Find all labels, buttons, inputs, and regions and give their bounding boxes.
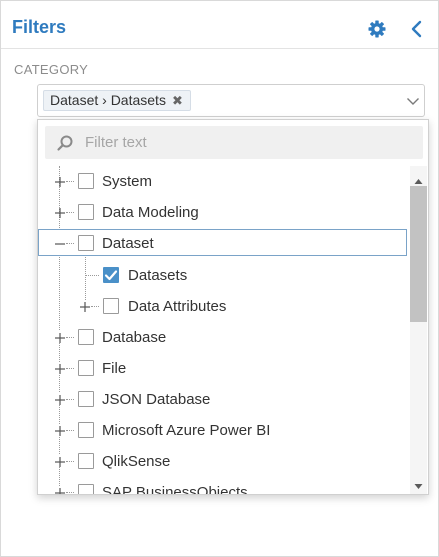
filters-panel: Filters CATEGORY Dataset › Datasets ✖ Fi… (0, 0, 439, 557)
tree-item-label: JSON Database (102, 391, 211, 408)
tree-item-system[interactable]: System (38, 166, 408, 196)
expand-plus-icon[interactable] (54, 393, 66, 405)
scroll-up-arrow-icon[interactable] (414, 173, 423, 184)
tree-connector (66, 212, 74, 213)
filter-placeholder: Filter text (85, 134, 147, 151)
tree-item-label: Database (102, 329, 167, 346)
checkbox[interactable] (78, 329, 94, 345)
checkmark-icon (104, 270, 118, 281)
checkbox[interactable] (103, 298, 119, 314)
expand-plus-icon[interactable] (54, 206, 66, 218)
expand-plus-icon[interactable] (54, 331, 66, 343)
checkbox[interactable] (78, 453, 94, 469)
category-tree: System Data Modeling Dataset Datasets Da… (38, 166, 410, 494)
tree-connector (66, 181, 74, 182)
remove-tag-icon[interactable]: ✖ (172, 91, 183, 110)
tree-connector (66, 461, 74, 462)
tree-item-microsoft-azure-power-bi[interactable]: Microsoft Azure Power BI (38, 415, 408, 445)
tree-item-json-database[interactable]: JSON Database (38, 384, 408, 414)
checkbox[interactable] (78, 173, 94, 189)
selected-tag: Dataset › Datasets ✖ (43, 90, 191, 111)
selected-tag-label: Dataset › Datasets (50, 92, 166, 108)
tree-item-sap-businessobjects[interactable]: SAP BusinessObjects (38, 477, 408, 494)
tree-item-dataset[interactable]: Dataset (38, 229, 407, 256)
tree-item-label: Microsoft Azure Power BI (102, 422, 271, 439)
filter-text-input[interactable]: Filter text (45, 126, 423, 159)
gear-icon[interactable] (367, 19, 387, 39)
tree-connector (85, 275, 99, 276)
category-dropdown: Filter text System Data Modeling Dataset… (37, 119, 429, 495)
tree-item-data-modeling[interactable]: Data Modeling (38, 197, 408, 227)
tree-connector (66, 492, 74, 493)
checkbox-checked[interactable] (103, 267, 119, 283)
checkbox[interactable] (78, 422, 94, 438)
tree-item-label: Data Attributes (128, 298, 227, 315)
tree-item-file[interactable]: File (38, 353, 408, 383)
category-select[interactable]: Dataset › Datasets ✖ (37, 84, 425, 117)
checkbox[interactable] (78, 204, 94, 220)
expand-plus-icon[interactable] (79, 300, 91, 312)
expand-plus-icon[interactable] (54, 455, 66, 467)
checkbox[interactable] (78, 391, 94, 407)
expand-plus-icon[interactable] (54, 486, 66, 494)
tree-item-datasets[interactable]: Datasets (38, 260, 408, 290)
checkbox[interactable] (78, 484, 94, 494)
category-label: CATEGORY (14, 62, 89, 77)
tree-item-data-attributes[interactable]: Data Attributes (38, 291, 408, 321)
tree-item-label: Dataset (102, 235, 154, 252)
tree-connector (66, 368, 74, 369)
tree-item-database[interactable]: Database (38, 322, 408, 352)
tree-item-label: Datasets (128, 267, 188, 284)
checkbox[interactable] (78, 235, 94, 251)
expand-plus-icon[interactable] (54, 424, 66, 436)
tree-connector (66, 243, 74, 244)
scroll-down-arrow-icon[interactable] (414, 478, 423, 489)
tree-item-label: Data Modeling (102, 204, 199, 221)
expand-plus-icon[interactable] (54, 362, 66, 374)
tree-item-label: QlikSense (102, 453, 171, 470)
panel-header: Filters (1, 1, 438, 49)
tree-item-label: SAP BusinessObjects (102, 484, 248, 494)
tree-scrollbar[interactable] (410, 166, 427, 494)
tree-item-qliksense[interactable]: QlikSense (38, 446, 408, 476)
tree-item-label: System (102, 173, 153, 190)
tree-connector (91, 306, 99, 307)
panel-title: Filters (12, 17, 67, 37)
chevron-left-icon[interactable] (406, 19, 426, 39)
tree-connector (66, 399, 74, 400)
scrollbar-thumb[interactable] (410, 186, 427, 322)
checkbox[interactable] (78, 360, 94, 376)
tree-connector (66, 430, 74, 431)
tree-connector (66, 337, 74, 338)
chevron-down-icon[interactable] (406, 94, 420, 108)
expand-plus-icon[interactable] (54, 175, 66, 187)
tree-item-label: File (102, 360, 127, 377)
search-icon (56, 134, 74, 152)
collapse-minus-icon[interactable] (54, 237, 66, 249)
